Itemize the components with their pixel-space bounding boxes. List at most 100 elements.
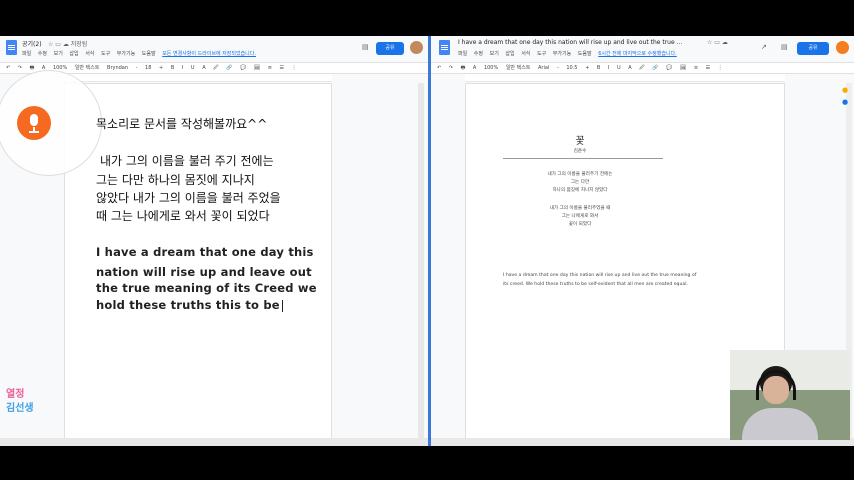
menu-tools[interactable]: 도구 — [537, 51, 546, 57]
text-color-button[interactable]: A — [628, 65, 631, 71]
webcam-person-body — [742, 408, 818, 440]
activity-icon[interactable]: ↗ — [761, 43, 767, 51]
left-scrollbar[interactable] — [418, 83, 424, 446]
highlight-icon[interactable]: 🖉 — [639, 65, 644, 71]
english-line-1[interactable]: I have a dream that one day this — [96, 242, 314, 263]
menu-view[interactable]: 보기 — [490, 51, 499, 57]
link-icon[interactable]: 🔗 — [652, 65, 658, 71]
english-line-4-text: hold these truths this to be — [96, 298, 280, 312]
list-icon[interactable]: ☰ — [280, 65, 284, 71]
more-icon[interactable]: ⋮ — [718, 65, 723, 71]
left-titlebar: 공기(2) ☆ ▭ ☁ 저장됨 파일 수정 보기 삽입 서식 도구 부가기능 도… — [0, 36, 428, 62]
menu-insert[interactable]: 삽입 — [69, 51, 78, 57]
right-poem-line-6[interactable]: 꽃이 되었다 — [520, 221, 640, 229]
right-english-line-2[interactable]: its creed. We hold these truths to be se… — [503, 281, 743, 289]
redo-icon[interactable]: ↷ — [449, 65, 453, 71]
english-line-4[interactable]: hold these truths this to be — [96, 295, 283, 316]
zoom-select[interactable]: 100% — [484, 65, 498, 71]
channel-logo-line1: 열정 — [6, 389, 25, 400]
right-english-line-1[interactable]: I have a dream that one day this nation … — [503, 272, 743, 280]
print-icon[interactable]: 🖶 — [30, 65, 35, 71]
menu-view[interactable]: 보기 — [54, 51, 63, 57]
menu-tools[interactable]: 도구 — [101, 51, 110, 57]
webcam-overlay — [730, 350, 850, 440]
font-size-increase[interactable]: + — [585, 65, 589, 71]
docs-logo-icon[interactable] — [6, 40, 17, 55]
user-avatar[interactable] — [836, 41, 849, 54]
right-poem-line-3[interactable]: 하나의 몸짓에 지나지 않았다 — [520, 187, 640, 195]
left-ruler[interactable] — [64, 74, 332, 82]
menu-addons[interactable]: 부가기능 — [553, 51, 571, 57]
menu-file[interactable]: 파일 — [458, 51, 467, 57]
menu-addons[interactable]: 부가기능 — [117, 51, 135, 57]
more-icon[interactable]: ⋮ — [292, 65, 297, 71]
print-icon[interactable]: 🖶 — [461, 65, 466, 71]
image-icon[interactable]: 🖼 — [254, 65, 260, 71]
align-icon[interactable]: ≡ — [694, 65, 698, 71]
share-button[interactable]: 공유 — [376, 42, 404, 55]
right-ruler[interactable] — [465, 74, 785, 82]
last-edit-note[interactable]: 모든 변경사항이 드라이브에 저장되었습니다. — [162, 51, 256, 57]
docs-logo-icon[interactable] — [439, 40, 450, 55]
user-avatar[interactable] — [410, 41, 423, 54]
voice-typing-mic-button[interactable] — [17, 106, 51, 140]
right-doc-title[interactable]: I have a dream that one day this nation … — [458, 39, 698, 46]
font-size-input[interactable]: 10.5 — [566, 65, 577, 71]
menu-edit[interactable]: 수정 — [474, 51, 483, 57]
font-size-increase[interactable]: + — [159, 65, 163, 71]
menu-file[interactable]: 파일 — [22, 51, 31, 57]
underline-button[interactable]: U — [191, 65, 195, 71]
font-select[interactable]: Bryndan — [107, 65, 128, 71]
bold-button[interactable]: B — [597, 65, 600, 71]
style-select[interactable]: 일반 텍스트 — [506, 65, 531, 71]
style-select[interactable]: 일반 텍스트 — [75, 65, 100, 71]
menu-edit[interactable]: 수정 — [38, 51, 47, 57]
poem-line-4[interactable]: 때 그는 나에게로 와서 꽃이 되었다 — [96, 207, 270, 226]
left-title-icons[interactable]: ☆ ▭ ☁ 저장됨 — [48, 39, 87, 48]
comment-icon[interactable]: ▤ — [362, 43, 369, 51]
redo-icon[interactable]: ↷ — [18, 65, 22, 71]
poem-line-2[interactable]: 그는 다만 하나의 몸짓에 지나지 — [96, 171, 255, 190]
body-heading-line[interactable]: 목소리로 문서를 작성해볼까요^^ — [96, 115, 267, 134]
poem-line-1[interactable]: 내가 그의 이름을 불러 주기 전에는 — [100, 152, 274, 171]
right-poem-line-2[interactable]: 그는 다만 — [520, 179, 640, 187]
link-icon[interactable]: 🔗 — [226, 65, 232, 71]
font-size-decrease[interactable]: - — [136, 65, 138, 71]
text-color-button[interactable]: A — [202, 65, 205, 71]
align-icon[interactable]: ≡ — [268, 65, 272, 71]
menu-format[interactable]: 서식 — [85, 51, 94, 57]
bold-button[interactable]: B — [171, 65, 174, 71]
comment-add-icon[interactable]: 💬 — [666, 65, 672, 71]
font-size-decrease[interactable]: - — [557, 65, 559, 71]
share-button[interactable]: 공유 — [797, 42, 829, 55]
poem-line-3[interactable]: 않았다 내가 그의 이름을 불러 주었을 — [96, 189, 281, 208]
menu-insert[interactable]: 삽입 — [505, 51, 514, 57]
right-poem-line-5[interactable]: 그는 나에게로 와서 — [520, 213, 640, 221]
poem-author[interactable]: 김춘수 — [540, 148, 620, 156]
menu-help[interactable]: 도움말 — [142, 51, 156, 57]
right-title-icons[interactable]: ☆ ▭ ☁ — [707, 39, 728, 46]
menu-help[interactable]: 도움말 — [578, 51, 592, 57]
font-size-input[interactable]: 18 — [145, 65, 151, 71]
image-icon[interactable]: 🖼 — [680, 65, 686, 71]
underline-button[interactable]: U — [617, 65, 621, 71]
tasks-icon[interactable]: ● — [842, 98, 848, 106]
menu-format[interactable]: 서식 — [521, 51, 530, 57]
right-poem-line-4[interactable]: 내가 그의 이름을 불러주었을 때 — [520, 205, 640, 213]
undo-icon[interactable]: ↶ — [437, 65, 441, 71]
italic-button[interactable]: I — [182, 65, 183, 71]
left-bottom-bar — [0, 438, 428, 446]
last-edit-note[interactable]: 6시간 전에 마지막으로 수정했습니다. — [598, 51, 677, 57]
right-poem-line-1[interactable]: 내가 그의 이름을 불러주기 전에는 — [520, 171, 640, 179]
highlight-icon[interactable]: 🖉 — [213, 65, 218, 71]
keep-icon[interactable]: ● — [842, 86, 848, 94]
comment-add-icon[interactable]: 💬 — [240, 65, 246, 71]
font-select[interactable]: Arial — [538, 65, 549, 71]
comment-icon[interactable]: ▤ — [781, 43, 788, 51]
left-doc-title[interactable]: 공기(2) — [22, 39, 42, 48]
italic-button[interactable]: I — [608, 65, 609, 71]
spellcheck-icon[interactable]: A — [473, 65, 476, 71]
undo-icon[interactable]: ↶ — [6, 65, 10, 71]
list-icon[interactable]: ☰ — [706, 65, 710, 71]
poem-title[interactable]: 꽃 — [540, 136, 620, 148]
